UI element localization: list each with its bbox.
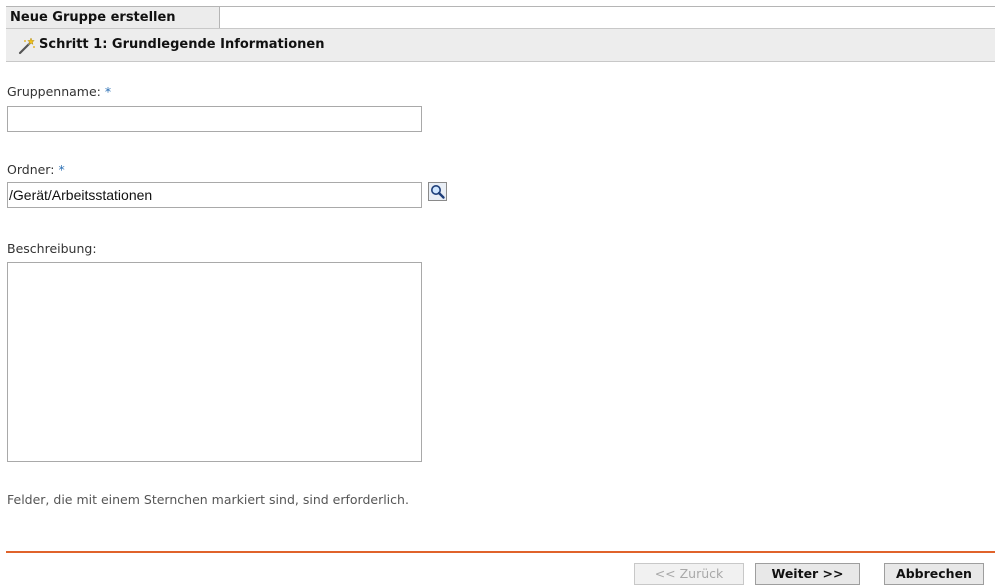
folder-label-text: Ordner: [7,162,55,177]
footer-divider [6,551,995,553]
required-fields-hint: Felder, die mit einem Sternchen markiert… [7,492,409,507]
description-textarea[interactable] [7,262,422,462]
required-marker: * [58,162,65,177]
page-title: Neue Gruppe erstellen [6,7,220,28]
step-title: Schritt 1: Grundlegende Informationen [39,37,325,52]
wand-icon [18,37,36,55]
folder-browse-button[interactable] [428,182,447,201]
back-button[interactable]: << Zurück [634,563,744,585]
cancel-button[interactable]: Abbrechen [884,563,984,585]
group-name-input[interactable] [7,106,422,132]
search-icon [429,183,446,200]
create-group-wizard: Neue Gruppe erstellen Schritt 1: Grundle… [0,0,995,585]
folder-input[interactable] [7,182,422,208]
group-name-label-text: Gruppenname: [7,84,101,99]
title-tab-bar: Neue Gruppe erstellen [6,6,995,29]
next-button[interactable]: Weiter >> [755,563,860,585]
tab-bar-filler [221,7,995,28]
required-marker: * [104,84,112,99]
description-label: Beschreibung: [7,241,97,256]
group-name-label: Gruppenname: * [7,84,111,99]
folder-label: Ordner: * [7,162,65,177]
step-header: Schritt 1: Grundlegende Informationen [6,28,995,62]
